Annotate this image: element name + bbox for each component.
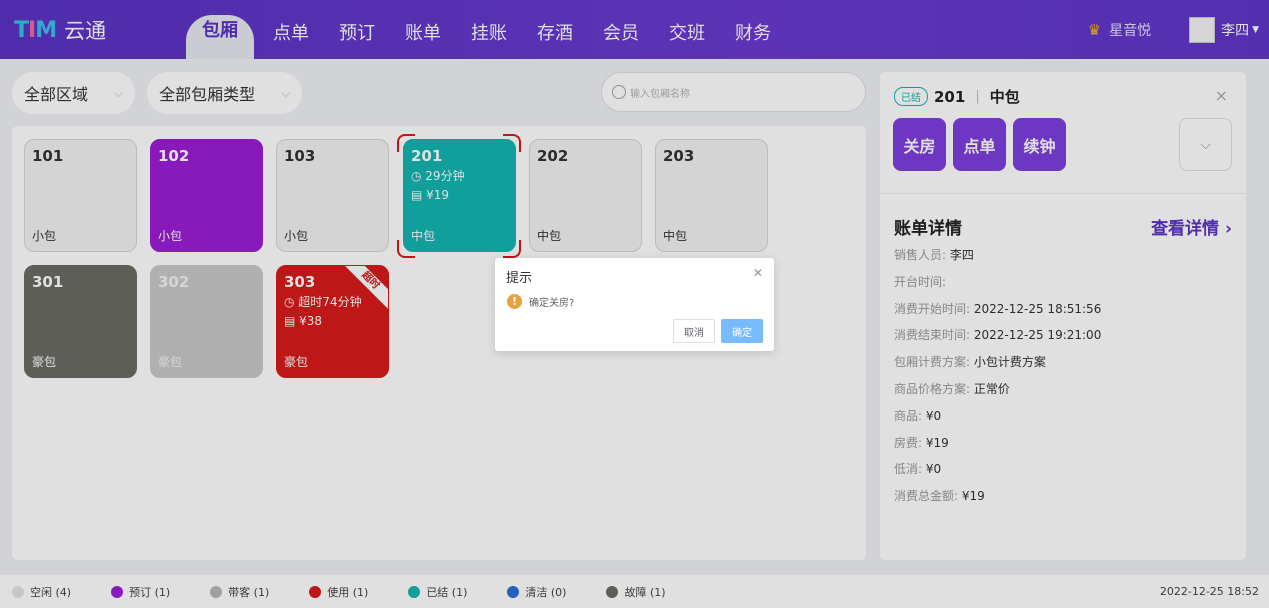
dialog-body: ! 确定关房? [507, 294, 574, 309]
dialog-buttons: 取消 确定 [673, 319, 763, 343]
confirm-dialog: 提示 ✕ ! 确定关房? 取消 确定 [495, 258, 774, 351]
dialog-message: 确定关房? [529, 298, 575, 309]
close-icon[interactable]: ✕ [753, 266, 763, 280]
confirm-button[interactable]: 确定 [721, 319, 763, 343]
cancel-button[interactable]: 取消 [673, 319, 715, 343]
dialog-title: 提示 [506, 271, 533, 286]
warning-icon: ! [507, 294, 522, 309]
